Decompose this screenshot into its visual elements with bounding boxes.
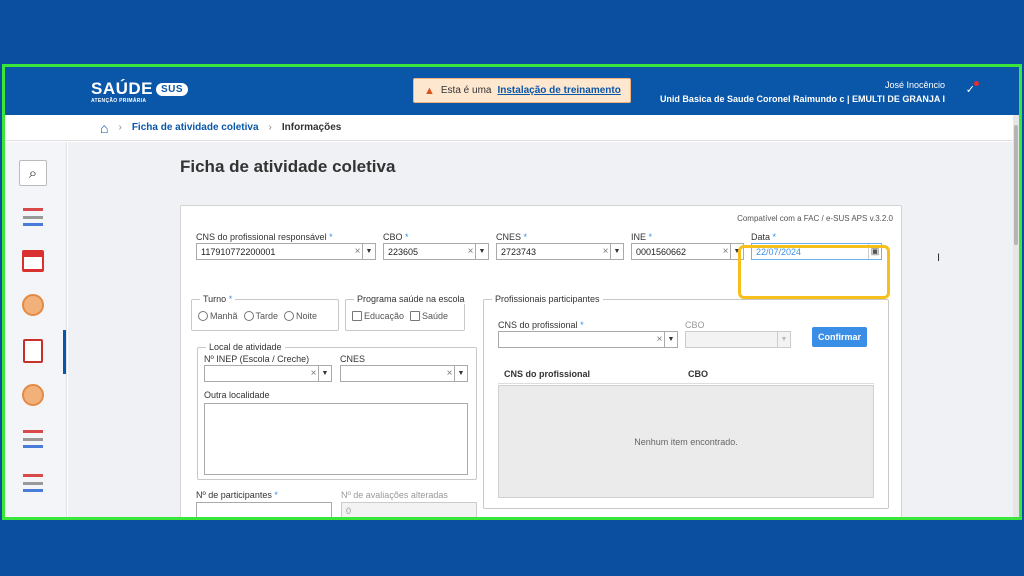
- user-menu-chevron-icon[interactable]: ✓: [966, 81, 980, 96]
- breadcrumb: ⌂ › Ficha de atividade coletiva › Inform…: [5, 115, 1019, 141]
- user-info[interactable]: José Inocêncio Unid Basica de Saude Coro…: [660, 78, 945, 106]
- clear-icon[interactable]: ×: [601, 246, 610, 257]
- date-highlight-box: [738, 245, 890, 299]
- inep-select[interactable]: × ▼: [204, 365, 332, 382]
- ine-value: 0001560662: [636, 246, 687, 257]
- programa-legend: Programa saúde na escola: [354, 294, 468, 304]
- ine-select[interactable]: 0001560662 × ▼: [631, 243, 744, 260]
- compatibility-note: Compatível com a FAC / e-SUS APS v.3.2.0: [737, 214, 893, 223]
- ine-label: INE *: [631, 232, 653, 242]
- participantes-label: Nº de participantes *: [196, 490, 278, 500]
- local-cnes-select[interactable]: × ▼: [340, 365, 468, 382]
- user-name: José Inocêncio: [884, 80, 945, 90]
- turno-legend: Turno *: [200, 294, 236, 304]
- prof-cbo-select: ▼: [685, 331, 791, 348]
- chevron-down-icon[interactable]: ▼: [454, 366, 467, 381]
- inep-label: Nº INEP (Escola / Creche): [204, 354, 310, 364]
- avaliacoes-input: 0: [341, 502, 477, 517]
- sus-badge: SUS: [156, 83, 189, 96]
- cns-select[interactable]: 117910772200001 × ▼: [196, 243, 376, 260]
- programa-checkbox-educacao[interactable]: Educação: [352, 311, 404, 321]
- form-card: Compatível com a FAC / e-SUS APS v.3.2.0…: [180, 205, 940, 517]
- sidebar-search-icon[interactable]: ⌕: [19, 160, 47, 186]
- profissionais-table-empty: Nenhum item encontrado.: [498, 385, 874, 498]
- chevron-down-icon[interactable]: ▼: [475, 244, 488, 259]
- turno-radio-manha[interactable]: Manhã: [198, 311, 238, 321]
- cnes-value: 2723743: [501, 246, 537, 257]
- local-legend: Local de atividade: [206, 342, 285, 352]
- warning-icon: ▲: [424, 84, 435, 97]
- sidebar-cds-icon[interactable]: [19, 338, 47, 364]
- clear-icon[interactable]: ×: [445, 368, 454, 379]
- clear-icon[interactable]: ×: [721, 246, 730, 257]
- prof-cbo-label: CBO: [685, 320, 705, 330]
- confirm-button[interactable]: Confirmar: [812, 327, 867, 347]
- logo-text: SAÚDE: [91, 79, 154, 98]
- cbo-label: CBO *: [383, 232, 409, 242]
- outra-localidade-textarea[interactable]: [204, 403, 468, 475]
- col-cns-header[interactable]: CNS do profissional: [504, 369, 590, 379]
- unit-name: Unid Basica de Saude Coronel Raimundo c …: [659, 94, 945, 104]
- text-cursor-icon: I: [937, 252, 941, 264]
- training-installation-link[interactable]: Instalação de treinamento: [497, 85, 620, 96]
- cns-label: CNS do profissional responsável *: [196, 232, 333, 242]
- chevron-down-icon[interactable]: ▼: [664, 332, 677, 347]
- participantes-input[interactable]: [196, 502, 332, 517]
- chevron-down-icon[interactable]: ▼: [610, 244, 623, 259]
- chevron-down-icon[interactable]: ▼: [362, 244, 375, 259]
- chevron-down-icon[interactable]: ▼: [318, 366, 331, 381]
- breadcrumb-separator-icon: ›: [118, 122, 122, 133]
- clear-icon[interactable]: ×: [655, 334, 664, 345]
- prof-cns-label: CNS do profissional *: [498, 320, 584, 330]
- col-cbo-header[interactable]: CBO: [688, 369, 708, 379]
- saude-logo[interactable]: SAÚDE SUS ATENÇÃO PRIMÁRIA: [91, 79, 189, 104]
- empty-message: Nenhum item encontrado.: [634, 436, 738, 447]
- warning-text: Esta é uma: [440, 85, 492, 96]
- cnes-select[interactable]: 2723743 × ▼: [496, 243, 624, 260]
- programa-checkbox-saude[interactable]: Saúde: [410, 311, 448, 321]
- top-bar: SAÚDE SUS ATENÇÃO PRIMÁRIA ▲ Esta é uma I…: [5, 67, 1019, 115]
- app-window: SAÚDE SUS ATENÇÃO PRIMÁRIA ▲ Esta é uma I…: [2, 64, 1022, 520]
- sidebar-citizen-search-icon[interactable]: [19, 292, 47, 318]
- turno-radio-noite[interactable]: Noite: [284, 311, 317, 321]
- programa-options: Educação Saúde: [352, 311, 448, 321]
- prof-cns-select[interactable]: × ▼: [498, 331, 678, 348]
- clear-icon[interactable]: ×: [353, 246, 362, 257]
- sidebar-calendar-icon[interactable]: [19, 248, 47, 274]
- profissionais-legend: Profissionais participantes: [492, 294, 603, 304]
- avaliacoes-label: Nº de avaliações alteradas: [341, 490, 448, 500]
- main-content: Ficha de atividade coletiva Compatível c…: [68, 142, 1013, 517]
- sidebar-transfer-icon[interactable]: [19, 470, 47, 496]
- sidebar-records-icon[interactable]: [19, 426, 47, 452]
- programa-group: Programa saúde na escola Educação Saúde: [345, 294, 468, 331]
- clear-icon[interactable]: ×: [309, 368, 318, 379]
- sidebar-citizen-icon[interactable]: [19, 382, 47, 408]
- turno-options: Manhã Tarde Noite: [198, 311, 317, 321]
- training-warning-banner: ▲ Esta é uma Instalação de treinamento: [413, 78, 631, 103]
- local-cnes-label: CNES: [340, 354, 366, 364]
- clear-icon[interactable]: ×: [466, 246, 475, 257]
- turno-radio-tarde[interactable]: Tarde: [243, 311, 278, 321]
- logo-subtitle: ATENÇÃO PRIMÁRIA: [91, 98, 147, 104]
- breadcrumb-ficha-link[interactable]: Ficha de atividade coletiva: [132, 122, 259, 133]
- outra-localidade-label: Outra localidade: [204, 390, 270, 400]
- breadcrumb-separator-icon: ›: [268, 122, 272, 133]
- profissionais-table-header: CNS do profissional CBO: [498, 364, 874, 384]
- breadcrumb-current: Informações: [281, 122, 342, 133]
- data-label: Data *: [751, 232, 777, 242]
- local-group: Local de atividade Nº INEP (Escola / Cre…: [197, 342, 477, 480]
- page-title: Ficha de atividade coletiva: [180, 157, 396, 176]
- turno-group: Turno * Manhã Tarde Noite: [191, 294, 339, 331]
- chevron-down-icon: ▼: [777, 332, 790, 347]
- page-scrollbar[interactable]: [1013, 115, 1019, 517]
- sidebar-active-indicator: [63, 330, 66, 374]
- home-icon[interactable]: ⌂: [100, 120, 108, 136]
- cbo-select[interactable]: 223605 × ▼: [383, 243, 489, 260]
- cnes-label: CNES *: [496, 232, 528, 242]
- sidebar: ⌕: [5, 142, 67, 517]
- cbo-value: 223605: [388, 246, 419, 257]
- sidebar-people-search-icon[interactable]: [19, 204, 47, 230]
- cns-value: 117910772200001: [201, 246, 276, 257]
